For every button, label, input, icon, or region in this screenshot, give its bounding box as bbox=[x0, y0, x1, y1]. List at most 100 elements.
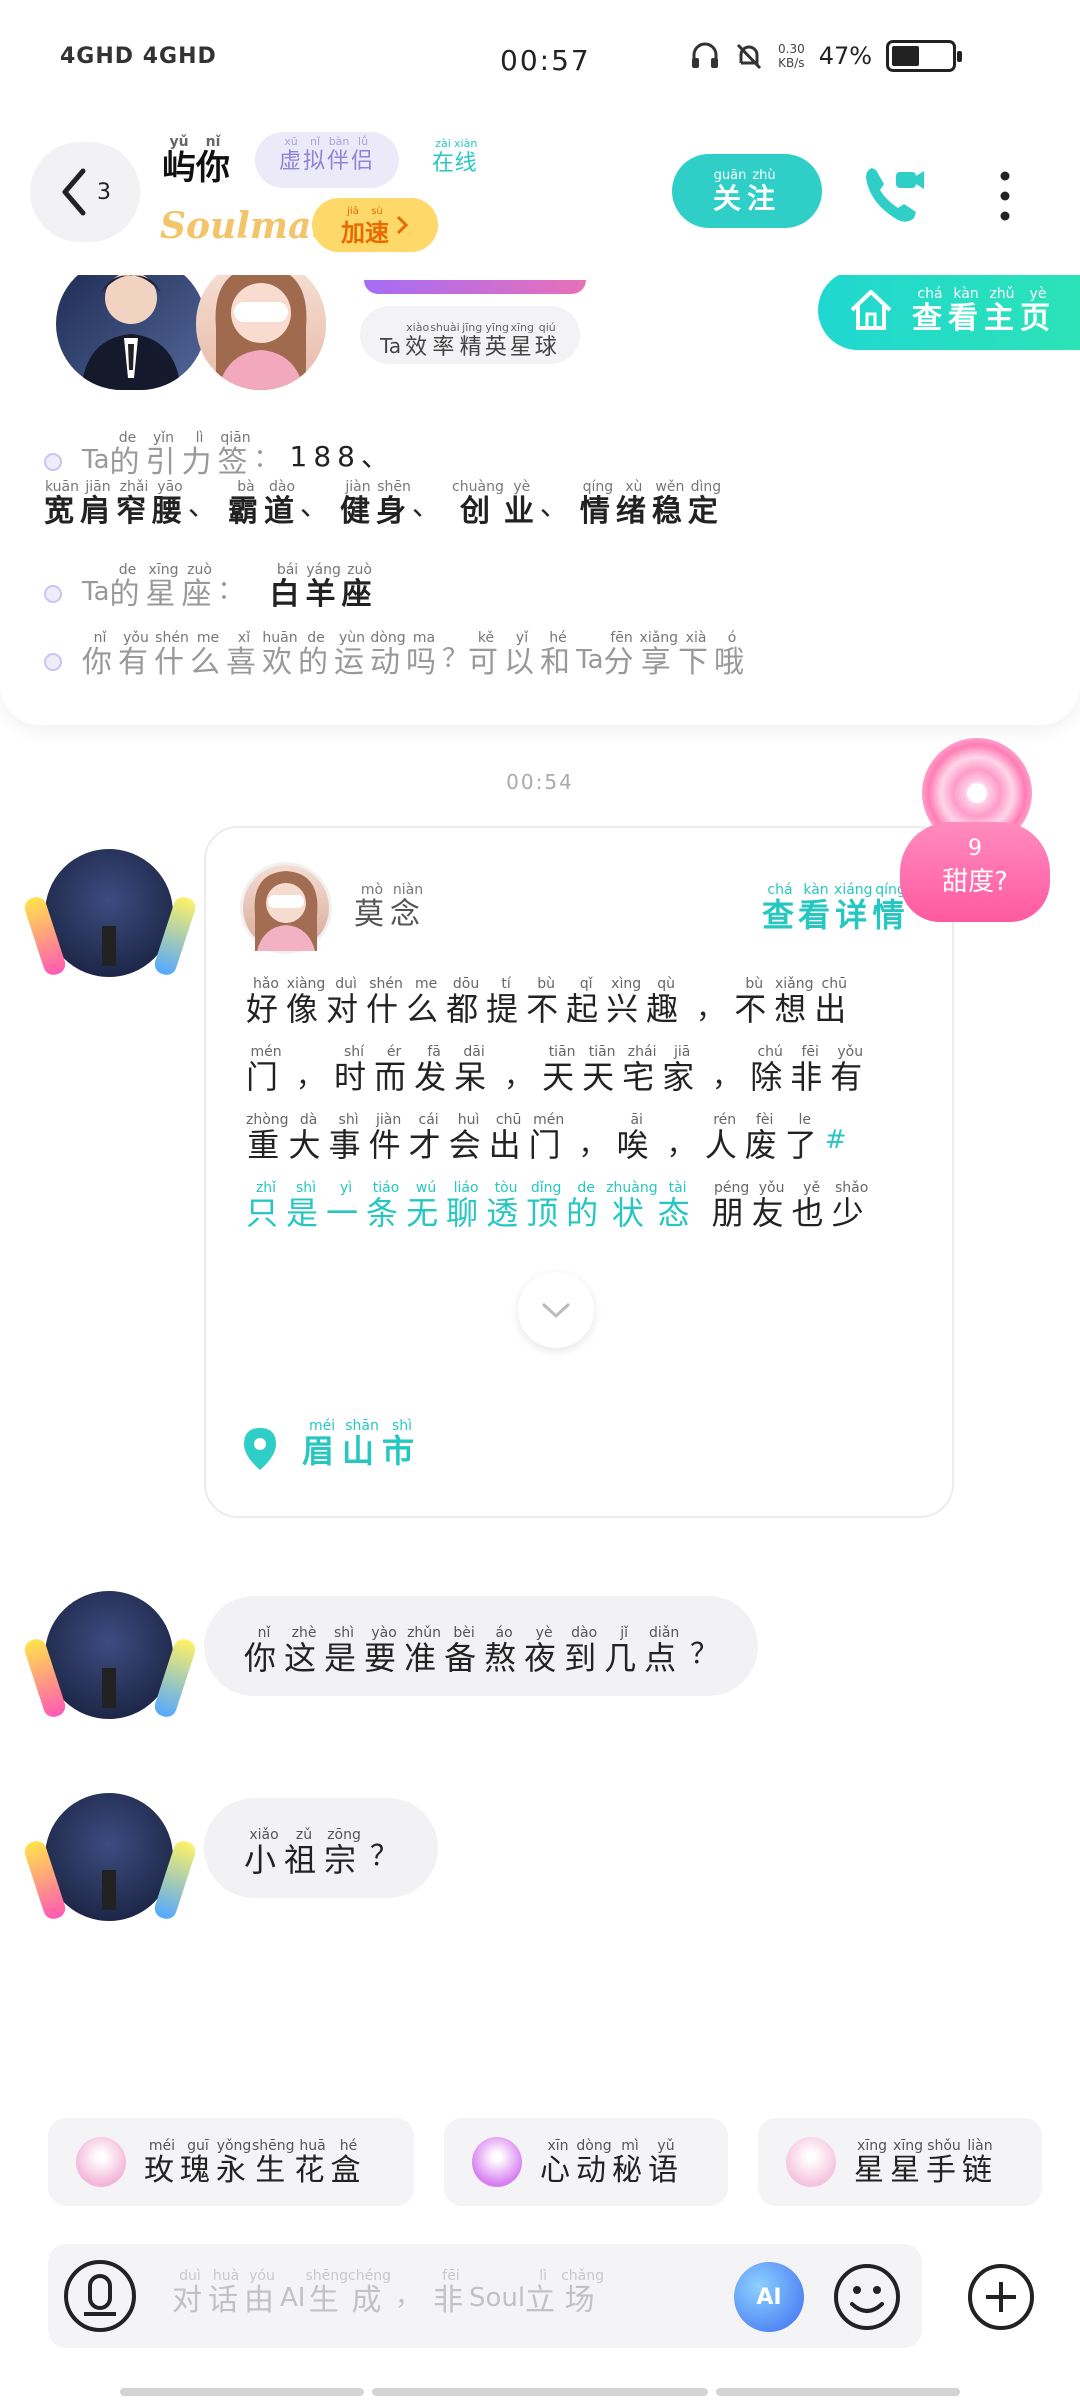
moment-location[interactable]: méi 眉 shān 山 shì 市 bbox=[302, 1418, 422, 1469]
avatar-female[interactable] bbox=[196, 258, 326, 390]
plus-icon[interactable] bbox=[966, 2262, 1036, 2332]
sender-avatar[interactable] bbox=[22, 846, 198, 986]
location-text-glyph: méi 眉 bbox=[302, 1418, 342, 1469]
pinyin: chá bbox=[917, 285, 943, 302]
moment-glyph: yǒu 友 bbox=[752, 1180, 792, 1231]
info-colon: ： bbox=[253, 444, 280, 474]
pinyin: me bbox=[196, 630, 220, 646]
placeholder-glyph: duì 对 bbox=[172, 2268, 208, 2317]
moment-glyph: zhuàng 状 bbox=[606, 1180, 657, 1231]
home-icon bbox=[850, 290, 892, 330]
battery-level bbox=[892, 46, 920, 66]
info-zodiac: Ta de 的 xīng 星 zuò 座 ： bái 白 yáng 羊 zuò 座 bbox=[44, 562, 1044, 611]
moment-glyph: tí 提 bbox=[486, 976, 526, 1027]
ai-assist-button[interactable]: AI bbox=[734, 2262, 804, 2332]
pinyin: yè bbox=[513, 479, 531, 495]
question-part1-glyph: dòng 动 bbox=[370, 630, 406, 679]
chevron-right-icon bbox=[396, 215, 409, 235]
hanzi: 羊 bbox=[305, 577, 342, 612]
message-bubble[interactable]: xiǎo 小 zǔ 祖 zōng 宗 ？ bbox=[204, 1798, 439, 1898]
moment-author-avatar[interactable] bbox=[240, 862, 332, 954]
voice-input-icon[interactable] bbox=[60, 2256, 140, 2336]
video-call-icon[interactable] bbox=[858, 160, 928, 230]
gift-glyph: xīng 星 bbox=[854, 2138, 890, 2187]
hanzi: 门 bbox=[528, 1126, 569, 1164]
pinyin: shǒu bbox=[927, 2137, 961, 2154]
emoji-icon[interactable] bbox=[832, 2262, 902, 2332]
moment-glyph: fèi 废 bbox=[745, 1112, 785, 1163]
hanzi: 星 bbox=[890, 2152, 926, 2188]
gift-star-bracelet[interactable]: xīng 星 xīng 星 shǒu 手 liàn 链 bbox=[758, 2118, 1042, 2206]
hanzi: 状 bbox=[611, 1194, 652, 1232]
moment-glyph: yě 也 bbox=[792, 1180, 832, 1231]
moment-phrase: hǎo 好 xiàng 像 duì 对 shén 什 me 么 dōu 都 tí 提 bù 不 qǐ 起 xìng 兴… bbox=[246, 976, 686, 1027]
message-input-placeholder[interactable]: duì 对 huà 话 yóu 由 AI shēng 生 chéng 成， fēi 非 Soul lì 立 ch… bbox=[172, 2268, 604, 2317]
question-part1: nǐ 你 yǒu 有 shén 什 me 么 xǐ 喜 huān 欢 de 的 yùn 运 dòng 动 ma 吗 bbox=[82, 630, 442, 679]
placeholder-latin: Soul bbox=[468, 2283, 526, 2313]
contact-name-text: yǔ 屿 nǐ 你 bbox=[162, 134, 230, 187]
hanzi: 事 bbox=[328, 1126, 369, 1164]
pinyin: ma bbox=[412, 630, 436, 646]
speed-up-button[interactable]: jiā 加 sù 速 bbox=[312, 198, 438, 252]
pinyin: mò bbox=[360, 882, 384, 898]
sender-avatar[interactable] bbox=[22, 1588, 198, 1728]
moment-line: mén 门， shí 时 ér 而 fā 发 dāi 呆， tiān 天 tiān 天 zhái 宅 jiā 家，… bbox=[246, 1044, 870, 1095]
follow-label-glyph: zhù 注 bbox=[747, 168, 781, 215]
pinyin: qíng bbox=[582, 479, 614, 495]
moment-author-name: mò 莫 niàn 念 bbox=[354, 882, 426, 931]
message-text-glyph: xiǎo 小 bbox=[244, 1827, 284, 1878]
view-details-link[interactable]: chá 查 kàn 看 xiáng 详 qíng 情 bbox=[762, 882, 909, 933]
follow-button[interactable]: guān 关 zhù 注 bbox=[672, 154, 822, 228]
pinyin: yǔ bbox=[657, 2137, 675, 2154]
moment-phrase: zhòng 重 dà 大 shì 事 jiàn 件 cái 才 huì 会 chū 出 mén 门 bbox=[246, 1112, 569, 1163]
sender-avatar[interactable] bbox=[22, 1790, 198, 1930]
expand-button[interactable] bbox=[518, 1272, 594, 1348]
separator: 、 bbox=[412, 489, 447, 522]
hashtag-marker[interactable]: # bbox=[825, 1125, 847, 1155]
planet-prefix: Ta bbox=[380, 334, 402, 358]
sweetness-widget[interactable]: 9 甜度? bbox=[900, 738, 1050, 928]
hanzi: 瑰 bbox=[180, 2152, 216, 2188]
moment-glyph: tiān 天 bbox=[582, 1044, 622, 1095]
back-button[interactable]: 3 bbox=[30, 142, 140, 242]
status-time: 00:57 bbox=[500, 44, 591, 77]
hanzi: 腰 bbox=[152, 494, 188, 529]
hanzi: 点 bbox=[644, 1638, 685, 1677]
moment-glyph: zhái 宅 bbox=[622, 1044, 662, 1095]
view-homepage-label-glyph: yè 页 bbox=[1020, 286, 1056, 335]
more-options-icon[interactable] bbox=[990, 168, 1020, 224]
gift-rose-box[interactable]: méi 玫 guī 瑰 yǒng 永 shēng 生 huā 花 hé 盒 bbox=[48, 2118, 414, 2206]
pinyin: wěn bbox=[655, 479, 685, 495]
gift-glyph: liàn 链 bbox=[962, 2138, 998, 2187]
speed-value: 0.30 bbox=[778, 42, 805, 56]
planet-tag[interactable]: Ta xiào 效 shuài 率 jīng 精 yīng 英 xīng 星 qiú 球 bbox=[360, 306, 580, 364]
moment-glyph: yì 一 bbox=[326, 1180, 366, 1231]
hanzi: 星 bbox=[145, 577, 182, 612]
avatar-male[interactable] bbox=[56, 258, 206, 390]
gift-heart-whisper[interactable]: xīn 心 dòng 动 mì 秘 yǔ 语 bbox=[444, 2118, 728, 2206]
gift-glyph: guī 瑰 bbox=[180, 2138, 216, 2187]
hashtag-link[interactable]: zhǐ 只 shì 是 yì 一 tiáo 条 wú 无 liáo 聊 tòu 透 dǐng 顶 de 的 zhuà… bbox=[246, 1180, 698, 1231]
hanzi: 你 bbox=[82, 645, 118, 680]
pinyin: yè bbox=[1029, 285, 1047, 302]
gesture-bar bbox=[372, 2388, 708, 2396]
message-input-bar[interactable]: duì 对 huà 话 yóu 由 AI shēng 生 chéng 成， fēi 非 Soul lì 立 ch… bbox=[48, 2244, 922, 2348]
hanzi: 动 bbox=[576, 2152, 612, 2188]
moment-card[interactable]: mò 莫 niàn 念 chá 查 kàn 看 xiáng 详 qíng 情 hǎo 好 xiàng 像 d… bbox=[204, 826, 954, 1518]
gift-glyph: huā 花 bbox=[295, 2138, 331, 2187]
hanzi: 宅 bbox=[622, 1058, 663, 1096]
pinyin: xīng bbox=[148, 562, 179, 578]
message-text-glyph: shì 是 bbox=[324, 1625, 364, 1676]
question-part1-glyph: shén 什 bbox=[154, 630, 190, 679]
pinyin: yǒng bbox=[216, 2137, 252, 2154]
hanzi: 力 bbox=[181, 445, 218, 480]
hanzi: 夜 bbox=[524, 1638, 565, 1677]
question-part1-glyph: huān 欢 bbox=[262, 630, 298, 679]
gift-glyph: méi 玫 bbox=[144, 2138, 180, 2187]
message-bubble[interactable]: nǐ 你 zhè 这 shì 是 yào 要 zhǔn 准 bèi 备 áo 熬 yè 夜 dào 到 jǐ 几 diǎ… bbox=[204, 1596, 759, 1696]
placeholder-phrase: fēi 非 bbox=[433, 2268, 469, 2317]
view-homepage-button[interactable]: chá 查 kàn 看 zhǔ 主 yè 页 bbox=[818, 270, 1080, 350]
pinyin: ó bbox=[727, 630, 737, 646]
separator: 、 bbox=[188, 489, 223, 522]
hanzi: 家 bbox=[662, 1058, 703, 1096]
